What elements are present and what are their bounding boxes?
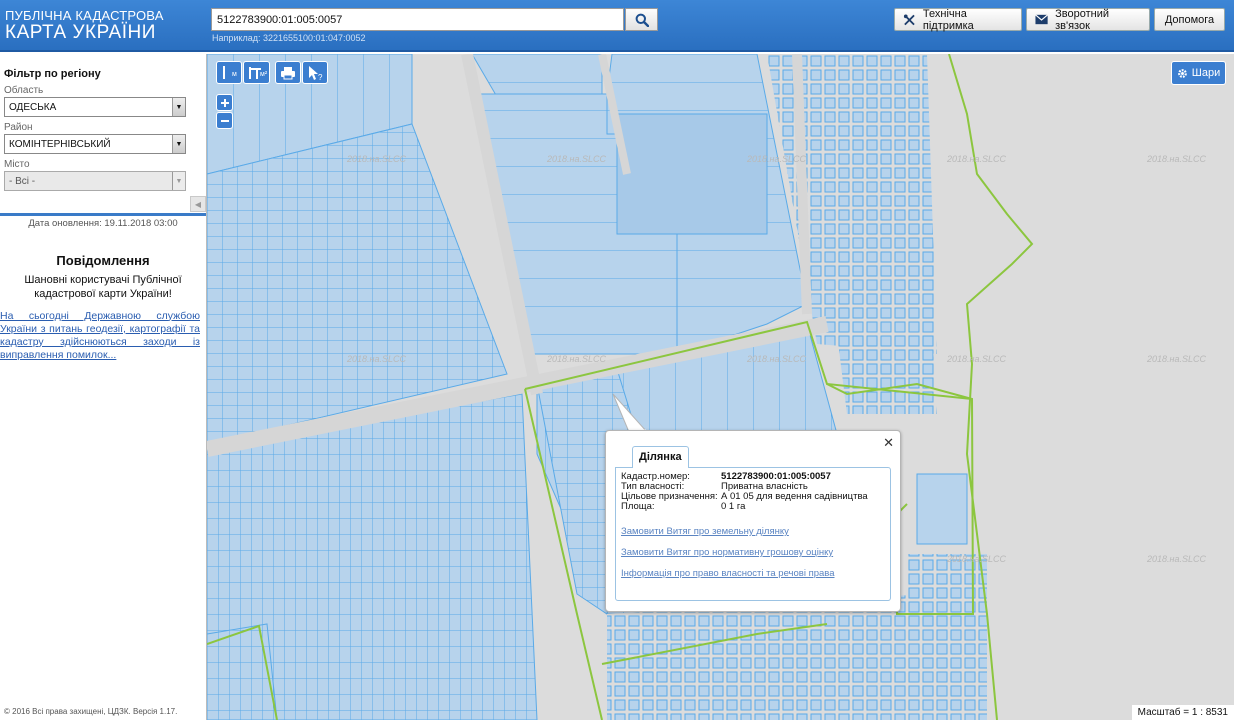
logo-line-2: КАРТА УКРАЇНИ [5,22,156,43]
zoom-out-button[interactable] [216,112,233,129]
logo-line-1: ПУБЛІЧНА КАДАСТРОВА [5,8,164,23]
cadastral-search-input[interactable] [211,8,624,31]
search-icon [635,13,649,27]
map-watermark: 2018.на.SLCC [547,154,606,164]
layers-label: Шари [1191,67,1221,79]
top-header: ПУБЛІЧНА КАДАСТРОВА КАРТА УКРАЇНИ Наприк… [0,0,1234,52]
oblast-label: Область [4,85,44,96]
notice-title: Повідомлення [56,253,150,268]
parcel-popup: ✕ Ділянка Кадастр.номер: 5122783900:01:0… [605,430,901,612]
row-key: Площа: [621,501,655,512]
filter-title: Фільтр по регіону [4,68,101,80]
rayon-select[interactable]: КОМІНТЕРНІВСЬКИЙ ▼ [4,134,186,154]
chevron-down-icon: ▼ [172,98,185,116]
map-watermark: 2018.на.SLCC [1147,354,1206,364]
rayon-value: КОМІНТЕРНІВСЬКИЙ [9,139,111,150]
collapse-sidebar-button[interactable]: ◀ [190,196,206,212]
region-filter: Фільтр по регіону Область ОДЕСЬКА ▼ Райо… [0,54,206,216]
map-watermark: 2018.на.SLCC [947,354,1006,364]
minus-icon [220,119,229,122]
notice-body: Шановні користувачі Публічної кадастрово… [24,274,182,301]
print-button[interactable] [275,61,301,84]
map-watermark: 2018.на.SLCC [347,154,406,164]
cadastral-map[interactable]: 2018.на.SLCC 2018.на.SLCC 2018.на.SLCC 2… [206,54,1234,720]
chevron-down-icon: ▼ [172,135,185,153]
row-value: 0 1 га [721,501,746,512]
popup-pointer [612,393,649,433]
misto-value: - Всі - [9,176,36,187]
printer-icon [281,66,295,79]
measure-distance-unit: м [232,71,237,78]
row-area: Площа: 0 1 га [621,502,885,512]
row-purpose: Цільове призначення: А 01 05 для ведення… [621,492,885,502]
zoom-in-button[interactable] [216,94,233,111]
map-watermark: 2018.на.SLCC [1147,154,1206,164]
gear-icon [1177,68,1187,78]
map-watermark: 2018.на.SLCC [947,154,1006,164]
map-watermark: 2018.на.SLCC [747,154,806,164]
help-label: Допомога [1164,13,1215,26]
feedback-label: Зворотний зв'язок [1055,7,1109,32]
parcel-info-panel: Кадастр.номер: 5122783900:01:005:0057 Ти… [615,467,891,601]
measure-distance-button[interactable]: м [216,61,242,84]
update-date: Дата оновлення: 19.11.2018 03:00 [28,218,178,229]
feedback-button[interactable]: Зворотний зв'язок [1026,7,1150,32]
map-watermark: 2018.на.SLCC [747,354,806,364]
map-watermark: 2018.на.SLCC [947,554,1006,564]
measure-area-button[interactable]: м² [243,61,270,84]
tools-icon [903,13,915,25]
support-label: Технічна підтримка [922,7,974,32]
map-watermark: 2018.на.SLCC [547,354,606,364]
site-logo[interactable]: ПУБЛІЧНА КАДАСТРОВА КАРТА УКРАЇНИ [5,9,164,42]
misto-label: Місто [4,159,30,170]
rayon-label: Район [4,122,33,133]
notice-link[interactable]: На сьогодні Державною службою України з … [0,310,206,363]
misto-select[interactable]: - Всі - ▼ [4,171,186,191]
layers-button[interactable]: Шари [1171,61,1226,85]
help-button[interactable]: Допомога [1154,8,1225,31]
envelope-icon [1035,14,1049,25]
map-scale: Масштаб = 1 : 8531 [1131,705,1234,720]
order-valuation-link[interactable]: Замовити Витяг про нормативну грошову оц… [621,547,885,558]
measure-area-unit: м² [260,71,268,78]
svg-text:?: ? [318,73,323,81]
search-hint: Наприклад: 3221655100:01:047:0052 [212,33,366,43]
oblast-select[interactable]: ОДЕСЬКА ▼ [4,97,186,117]
tab-parcel[interactable]: Ділянка [632,446,689,468]
left-sidebar: Фільтр по регіону Область ОДЕСЬКА ▼ Райо… [0,54,206,720]
search-button[interactable] [625,8,658,31]
map-watermark: 2018.на.SLCC [1147,554,1206,564]
close-icon[interactable]: ✕ [883,435,894,451]
copyright: © 2016 Всі права захищені, ЦДЗК. Версія … [4,707,178,716]
order-extract-link[interactable]: Замовити Витяг про земельну ділянку [621,526,885,537]
support-button[interactable]: Технічна підтримка [894,7,1022,32]
identify-button[interactable]: ? [302,61,328,84]
chevron-down-icon: ▼ [172,172,185,190]
oblast-value: ОДЕСЬКА [9,102,57,113]
plus-icon [220,98,229,107]
ownership-info-link[interactable]: Інформація про право власності та речові… [621,568,885,579]
cursor-question-icon: ? [309,65,323,81]
map-watermark: 2018.на.SLCC [347,354,406,364]
